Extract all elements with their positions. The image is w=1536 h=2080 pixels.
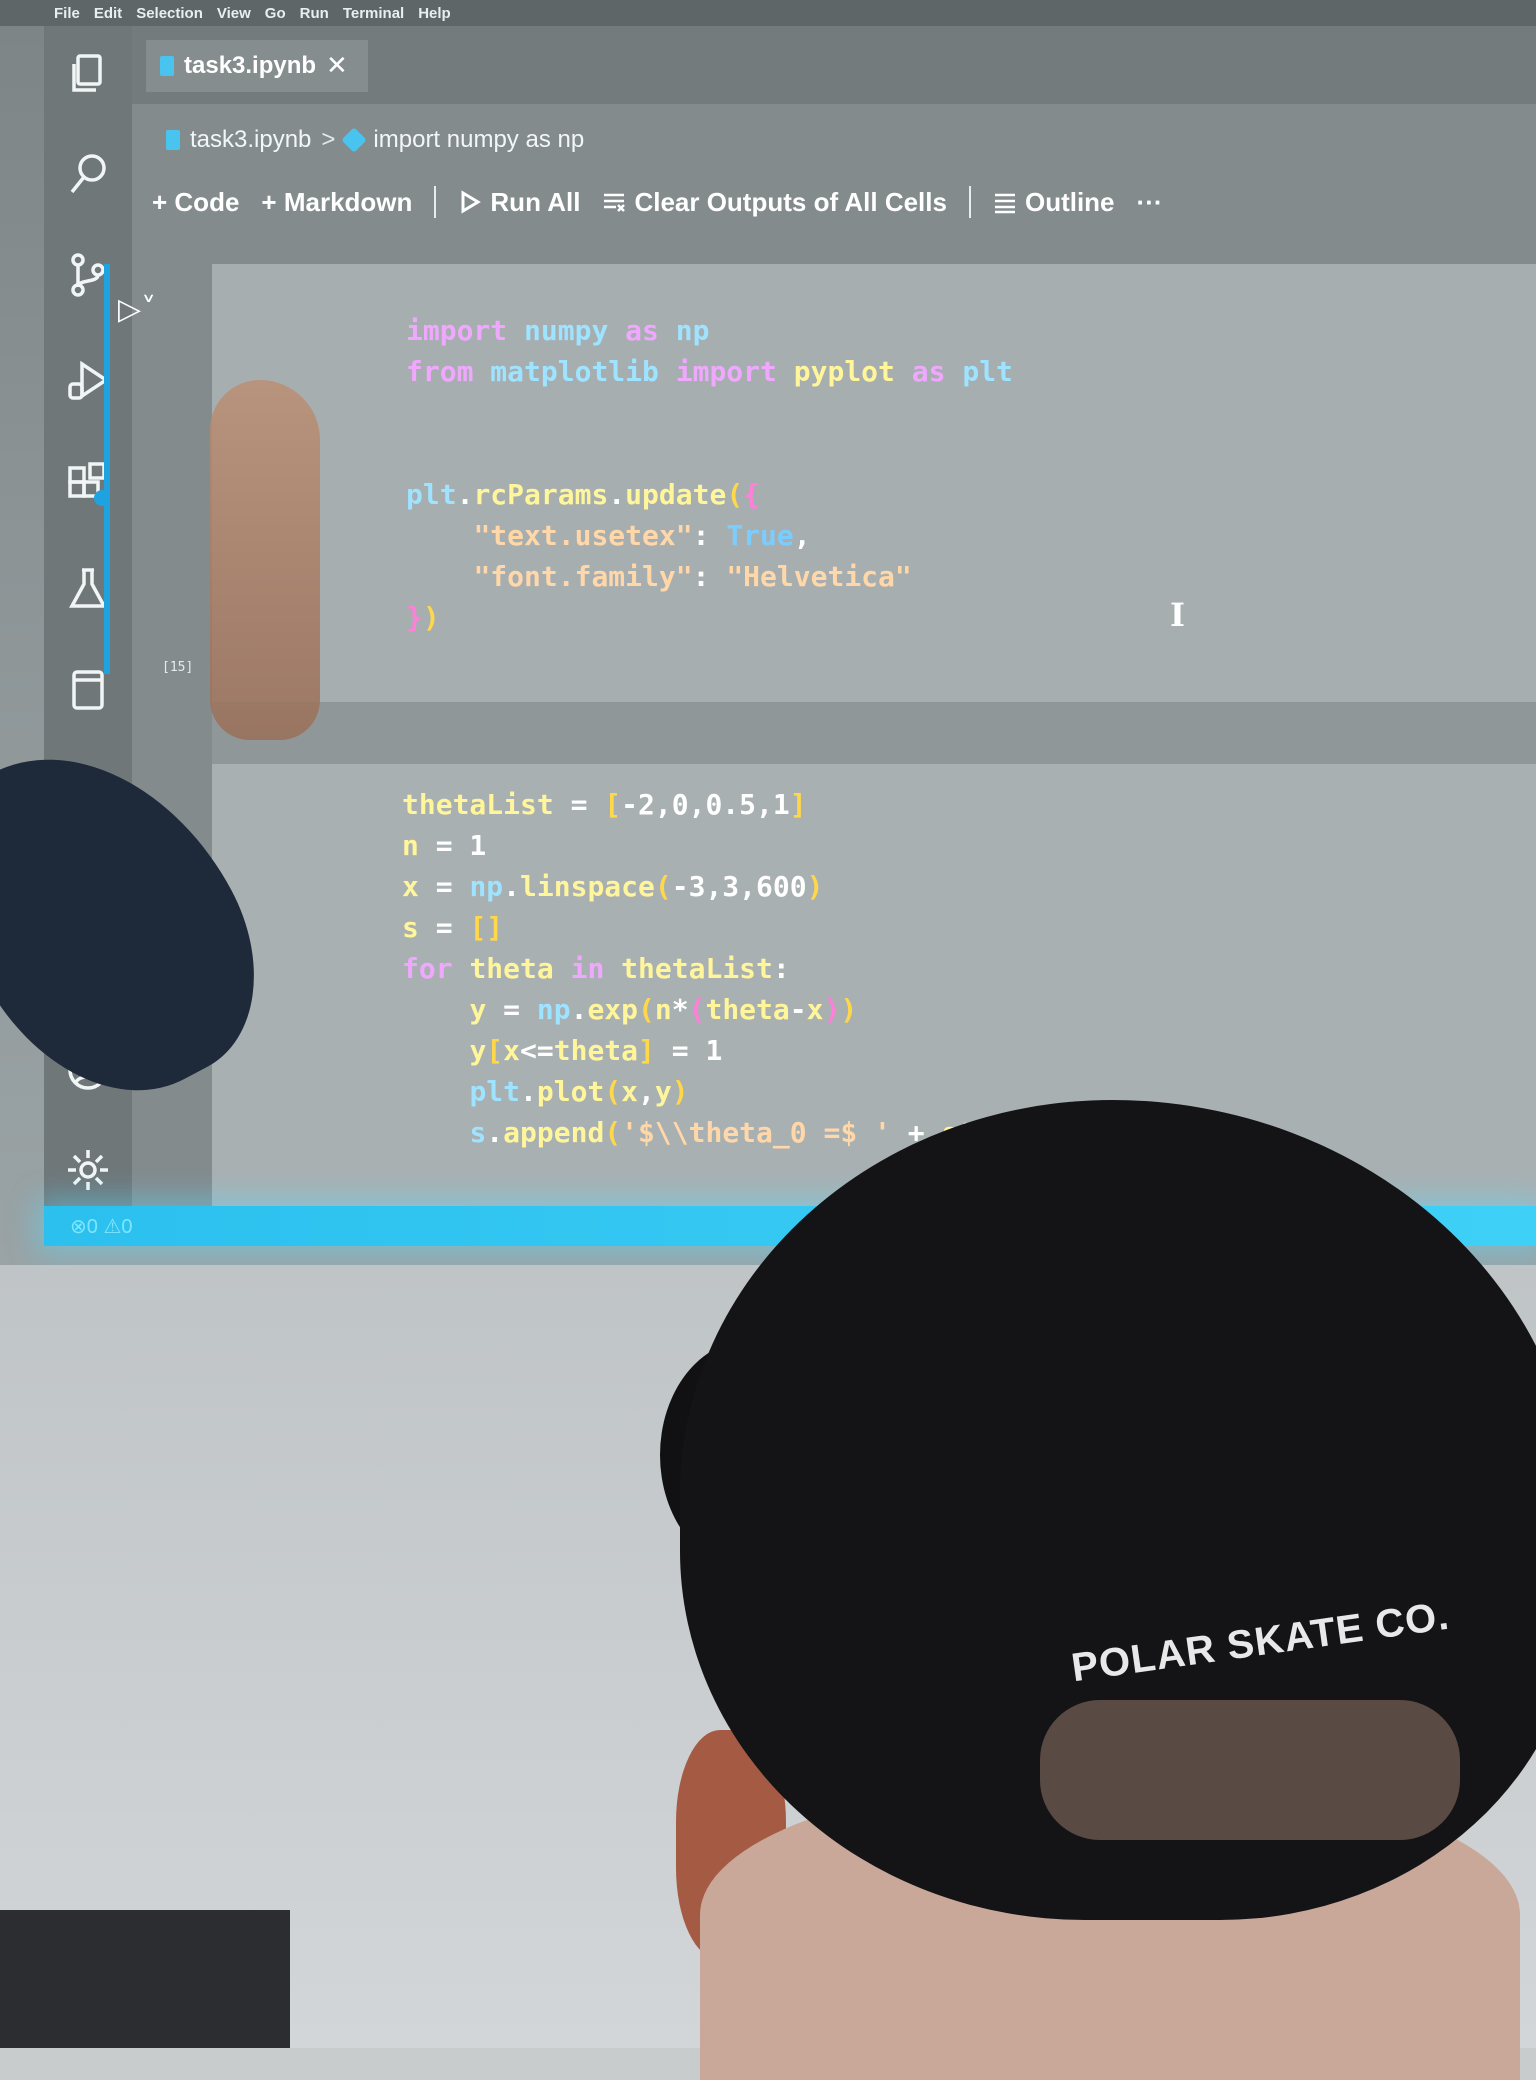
run-all-button[interactable]: Run All <box>458 187 580 218</box>
menu-edit[interactable]: Edit <box>94 5 122 22</box>
menu-bar: File Edit Selection View Go Run Terminal… <box>0 0 1536 26</box>
toolbar-divider <box>968 186 971 218</box>
desk-object <box>0 1910 290 2048</box>
code-line: x = np.linspace(-3,3,600) <box>402 870 824 903</box>
outline-icon <box>994 193 1015 214</box>
pointing-hand <box>210 380 320 740</box>
menu-run[interactable]: Run <box>300 5 329 22</box>
notebook-file-icon <box>166 130 180 150</box>
clear-all-icon <box>604 193 626 212</box>
notebook-toolbar: + Code + Markdown Run All Clear Outputs … <box>152 186 1163 218</box>
settings-gear-icon[interactable] <box>64 1146 112 1194</box>
code-line: }) <box>406 601 440 634</box>
code-line: from matplotlib import pyplot as plt <box>406 355 1013 388</box>
breadcrumb-file[interactable]: task3.ipynb <box>190 126 311 154</box>
text-cursor-icon: I <box>1170 596 1185 634</box>
cap-back-opening <box>1040 1700 1460 1840</box>
cell-symbol-icon <box>341 127 368 153</box>
tab-bar: task3.ipynb ✕ <box>132 26 1536 104</box>
breadcrumb-symbol[interactable]: import numpy as np <box>373 126 584 154</box>
code-line: "text.usetex": True, <box>473 519 811 552</box>
code-cell-1[interactable]: import numpy as np from matplotlib impor… <box>212 264 1536 702</box>
menu-view[interactable]: View <box>217 5 251 22</box>
code-line: for theta in thetaList: <box>402 952 790 985</box>
code-line: n = 1 <box>402 829 487 862</box>
notebook-file-icon <box>160 56 174 76</box>
menu-file[interactable]: File <box>54 5 80 22</box>
more-actions-button[interactable]: ··· <box>1137 187 1163 218</box>
tab-label: task3.ipynb <box>184 52 317 79</box>
code-line: plt.plot(x,y) <box>469 1075 689 1108</box>
code-line: y = np.exp(n*(theta-x)) <box>469 993 858 1026</box>
code-line: "font.family": "Helvetica" <box>473 560 912 593</box>
code-line: s = [] <box>402 911 504 944</box>
run-all-icon <box>461 190 482 214</box>
explorer-icon[interactable] <box>64 50 112 98</box>
code-line: import numpy as np <box>406 314 710 347</box>
run-all-label: Run All <box>490 186 581 217</box>
add-markdown-cell-button[interactable]: + Markdown <box>261 187 412 218</box>
search-icon[interactable] <box>64 150 112 198</box>
menu-go[interactable]: Go <box>265 5 286 22</box>
menu-selection[interactable]: Selection <box>136 5 203 22</box>
toolbar-divider <box>434 186 437 218</box>
code-line: thetaList = [-2,0,0.5,1] <box>402 788 807 821</box>
code-cell-2-source[interactable]: thetaList = [-2,0,0.5,1] n = 1 x = np.li… <box>402 784 1127 1153</box>
code-cell-1-source[interactable]: import numpy as np from matplotlib impor… <box>406 310 1013 638</box>
cell-divider <box>212 702 1536 764</box>
close-tab-icon[interactable]: ✕ <box>326 51 348 81</box>
breadcrumb-separator: > <box>321 126 336 153</box>
editor-area: task3.ipynb ✕ task3.ipynb > import numpy… <box>104 26 1536 1234</box>
problems-status[interactable]: ⊗0 ⚠0 <box>70 1214 133 1239</box>
cell-focus-indicator <box>104 264 110 674</box>
outline-label: Outline <box>1024 186 1115 217</box>
breadcrumb: task3.ipynb > import numpy as np <box>166 126 584 154</box>
add-code-cell-button[interactable]: + Code <box>152 187 239 218</box>
run-cell-icon[interactable]: ▷˅ <box>118 292 156 327</box>
code-line: plt.rcParams.update({ <box>406 478 761 511</box>
outline-button[interactable]: Outline <box>993 187 1115 218</box>
menu-terminal[interactable]: Terminal <box>343 5 404 22</box>
menu-help[interactable]: Help <box>418 5 451 22</box>
tab-task3[interactable]: task3.ipynb ✕ <box>146 40 368 92</box>
clear-outputs-button[interactable]: Clear Outputs of All Cells <box>602 187 947 218</box>
clear-outputs-label: Clear Outputs of All Cells <box>634 186 947 217</box>
execution-count: [15] <box>162 660 194 675</box>
code-line: y[x<=theta] = 1 <box>469 1034 723 1067</box>
